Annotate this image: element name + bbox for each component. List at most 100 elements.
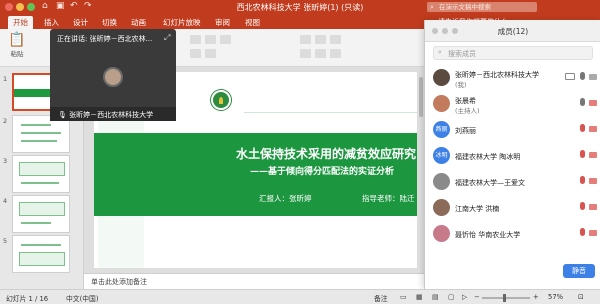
members-title: 成员(12): [497, 27, 529, 36]
slide-number: 5: [3, 237, 8, 245]
normal-view-icon[interactable]: ▦: [416, 293, 422, 301]
tab-view[interactable]: 视图: [245, 17, 260, 28]
zoom-slider[interactable]: [482, 297, 530, 299]
zoom-out-button[interactable]: −: [474, 293, 480, 301]
zoom-slider-knob[interactable]: [503, 294, 506, 302]
member-row[interactable]: 燕丽 刘燕丽: [425, 118, 600, 142]
expand-icon[interactable]: ⤢: [164, 33, 170, 43]
numbering-button[interactable]: [315, 35, 326, 44]
video-window[interactable]: 正在讲话: 张昕婷－西北农林... ⤢ 🎙 张昕婷－西北农林科技大学: [50, 29, 176, 121]
tab-slideshow[interactable]: 幻灯片放映: [163, 17, 201, 28]
camera-off-icon[interactable]: [589, 126, 597, 132]
slide-number: 2: [3, 117, 8, 125]
bullets-button[interactable]: [300, 35, 311, 44]
slide-number: 1: [3, 75, 8, 83]
member-row[interactable]: 江南大学 洪楠: [425, 196, 600, 220]
slide-thumbnail[interactable]: [12, 155, 70, 193]
avatar: [433, 199, 450, 216]
font-italic-button[interactable]: [205, 35, 216, 44]
indent-button[interactable]: [330, 35, 341, 44]
align-center-button[interactable]: [315, 49, 326, 58]
video-speaker-label: 🎙 张昕婷－西北农林科技大学: [50, 107, 176, 121]
tab-review[interactable]: 审阅: [215, 17, 230, 28]
mic-muted-icon[interactable]: [580, 202, 585, 210]
member-search-placeholder: 搜索成员: [448, 50, 476, 58]
notes-toggle[interactable]: 备注: [374, 293, 388, 303]
slide-advisor[interactable]: 指导老师：陆迁: [362, 193, 415, 204]
member-row[interactable]: 张昕婷－西北农林科技大学 (我): [425, 66, 600, 90]
mic-muted-icon[interactable]: [580, 176, 585, 184]
paste-label: 粘贴: [10, 50, 24, 58]
avatar: [433, 69, 450, 86]
font-color-button[interactable]: [190, 49, 201, 58]
slide-number: 4: [3, 197, 8, 205]
align-right-button[interactable]: [330, 49, 341, 58]
camera-off-icon[interactable]: [589, 230, 597, 236]
avatar: [103, 67, 123, 87]
member-search-input[interactable]: ⌕ 搜索成员: [433, 46, 593, 60]
member-name: 江南大学 洪楠: [455, 205, 500, 213]
camera-off-icon[interactable]: [589, 100, 597, 106]
mic-icon[interactable]: [580, 98, 585, 106]
align-left-button[interactable]: [300, 49, 311, 58]
highlight-button[interactable]: [205, 49, 216, 58]
member-role: (我): [455, 81, 467, 89]
avatar: [433, 173, 450, 190]
member-row[interactable]: 冰明 福建农林大学 陶冰明: [425, 144, 600, 168]
sorter-view-icon[interactable]: ▤: [432, 293, 438, 301]
members-panel: 成员(12) ⌕ 搜索成员 张昕婷－西北农林科技大学 (我) 张晨希 (主持人) 燕丽刘…: [424, 20, 600, 289]
member-name: 福建农林大学—王爱文: [455, 179, 525, 187]
notes-pane[interactable]: 单击此处添加备注: [84, 273, 424, 289]
tab-animations[interactable]: 动画: [131, 17, 146, 28]
avatar: [433, 95, 450, 112]
member-name: 张昕婷－西北农林科技大学: [455, 71, 539, 79]
screen-share-icon: [565, 73, 575, 80]
member-row[interactable]: 福建农林大学—王爱文: [425, 170, 600, 194]
font-bold-button[interactable]: [190, 35, 201, 44]
search-icon: ⌕: [430, 3, 434, 11]
search-placeholder: 在演示文稿中搜索: [439, 3, 491, 11]
speaker-name: 张昕婷－西北农林科技大学: [69, 111, 154, 119]
slide-reporter[interactable]: 汇报人：张昕婷: [259, 193, 312, 204]
tab-insert[interactable]: 插入: [44, 17, 59, 28]
camera-off-icon[interactable]: [589, 152, 597, 158]
zoom-in-button[interactable]: +: [533, 293, 539, 301]
fit-slide-icon[interactable]: ⊡: [578, 293, 584, 301]
font-underline-button[interactable]: [220, 35, 231, 44]
notes-placeholder: 单击此处添加备注: [91, 278, 147, 286]
comments-icon[interactable]: ▭: [400, 293, 406, 301]
member-row[interactable]: 张晨希 (主持人): [425, 92, 600, 116]
slide-thumbnail[interactable]: [12, 235, 70, 273]
mic-muted-icon[interactable]: [580, 228, 585, 236]
now-speaking-label: 正在讲话: 张昕婷－西北农林...: [57, 35, 153, 43]
slide-thumbnail[interactable]: [12, 195, 70, 233]
language-indicator[interactable]: 中文(中国): [66, 293, 99, 303]
camera-off-icon[interactable]: [589, 178, 597, 184]
member-role: (主持人): [455, 107, 480, 115]
slideshow-icon[interactable]: ▷: [462, 293, 467, 301]
mic-muted-icon[interactable]: [580, 150, 585, 158]
camera-icon[interactable]: [589, 74, 597, 80]
slide-subtitle[interactable]: ——基于倾向得分匹配法的实证分析: [250, 164, 394, 177]
paste-button[interactable]: 📋 粘贴: [6, 32, 28, 58]
mute-all-button[interactable]: 静音: [563, 264, 595, 278]
reading-view-icon[interactable]: ▢: [448, 293, 454, 301]
camera-off-icon[interactable]: [589, 204, 597, 210]
tab-transitions[interactable]: 切换: [102, 17, 117, 28]
tab-home[interactable]: 开始: [8, 16, 33, 29]
member-row[interactable]: 聂忻怡 华南农业大学: [425, 222, 600, 246]
university-logo: [211, 90, 231, 110]
mic-muted-icon[interactable]: [580, 124, 585, 132]
zoom-level[interactable]: 57%: [548, 293, 563, 301]
title-bar: ⌂ ▣ ↶ ↷ 西北农林科技大学 张昕婷(1) (只读) ⌕ 在演示文稿中搜索: [0, 0, 600, 14]
clipboard-icon: 📋: [8, 32, 26, 48]
slide-title[interactable]: 水土保持技术采用的减贫效应研究: [236, 145, 416, 162]
search-presentation-input[interactable]: ⌕ 在演示文稿中搜索: [427, 2, 537, 12]
tab-design[interactable]: 设计: [73, 17, 88, 28]
mic-icon[interactable]: [580, 72, 585, 80]
status-bar: 幻灯片 1 / 16 中文(中国) 备注 ▭ ▦ ▤ ▢ ▷ − + 57% ⊡: [0, 289, 600, 304]
member-name: 聂忻怡 华南农业大学: [455, 231, 521, 239]
mic-icon: 🎙: [58, 111, 67, 119]
member-name: 刘燕丽: [455, 127, 476, 135]
avatar: 冰明: [433, 147, 450, 164]
